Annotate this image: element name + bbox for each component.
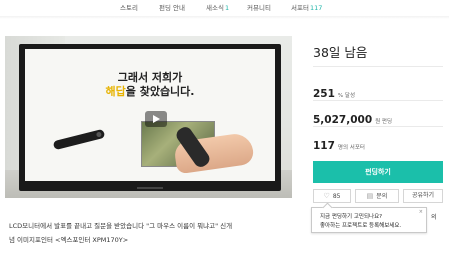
play-icon[interactable] [145,111,167,127]
close-icon[interactable]: × [419,209,423,215]
screen-headline-line2: 해답을 찾았습니다. [25,85,275,99]
nav-shadow [0,16,449,19]
supporter-count-value: 117 [313,140,335,152]
nav-tab-count: 117 [309,4,323,12]
inquiry-label: 문의 [376,193,388,200]
supporter-count: 117 명의 서포터 [313,134,365,153]
nav-tab-community[interactable]: 커뮤니티 [247,2,271,12]
nav-tab-label: 서포터 [291,4,309,12]
tooltip-line1: 지금 펀딩하기 고민되나요? [320,214,383,220]
nav-tab-count: 1 [224,4,230,12]
funding-amount: 5,027,000 원 펀딩 [313,108,392,127]
divider [313,126,443,127]
share-label: 공유하기 [411,192,435,199]
monitor-brand-mark [137,187,163,189]
funding-percent-unit: % 달성 [337,93,356,99]
nav-tab-label: 스토리 [120,4,138,12]
like-button[interactable]: ♡ 85 [313,189,351,203]
funding-amount-value: 5,027,000 [313,114,373,126]
caption-line2: 념 이미지포인터 <엑스포인터 XPM170Y> [9,236,129,244]
funding-percent: 251% 달성 [313,82,355,101]
nav-tab-funding-guide[interactable]: 펀딩 안내 [159,2,185,12]
screen-headline-highlight: 해답 [105,85,126,98]
divider [313,66,443,67]
divider [313,100,443,101]
chat-icon: ▤ [366,192,374,200]
monitor-image: 그래서 저희가 해답을 찾았습니다. [19,44,281,191]
caption-line1: LCD모니터에서 발표를 끝내고 질문을 받았습니다 "그 마우스 이름이 뭐냐… [9,222,233,230]
project-video[interactable]: 그래서 저희가 해답을 찾았습니다. [5,36,292,198]
screen-headline-line1: 그래서 저희가 [117,71,183,84]
screen-headline-rest: 을 찾았습니다. [125,85,195,98]
top-nav: 스토리 펀딩 안내 새소식1 커뮤니티 서포터117 [0,0,449,19]
nav-tab-supporters[interactable]: 서포터117 [291,2,322,12]
tooltip-trailing-text: 의 [431,214,437,221]
pointer-device-image [52,128,106,151]
tooltip-line2: 좋아하는 프로젝트로 등록해보세요. [320,223,402,229]
funding-amount-unit: 원 펀딩 [375,119,393,125]
supporter-count-unit: 명의 서포터 [337,145,365,151]
nav-tab-label: 커뮤니티 [247,4,271,12]
media-caption: LCD모니터에서 발표를 끝내고 질문을 받았습니다 "그 마우스 이름이 뭐냐… [9,219,294,247]
share-button[interactable]: 공유하기 [403,189,443,203]
inquiry-button[interactable]: ▤ 문의 [355,189,399,203]
nav-tab-story[interactable]: 스토리 [120,2,138,12]
like-count: 85 [332,193,341,200]
fund-button[interactable]: 펀딩하기 [313,161,443,183]
funding-percent-value: 251 [313,88,335,100]
nav-tab-label: 새소식 [206,4,224,12]
heart-icon: ♡ [323,192,330,200]
screen-headline: 그래서 저희가 해답을 찾았습니다. [25,71,275,99]
nav-tab-label: 펀딩 안내 [159,4,185,12]
nav-tab-news[interactable]: 새소식1 [206,2,229,12]
like-tooltip: 지금 펀딩하기 고민되나요? 좋아하는 프로젝트로 등록해보세요. × [311,207,427,233]
monitor-screen: 그래서 저희가 해답을 찾았습니다. [25,49,275,181]
days-remaining: 38일 남음 [313,45,368,60]
